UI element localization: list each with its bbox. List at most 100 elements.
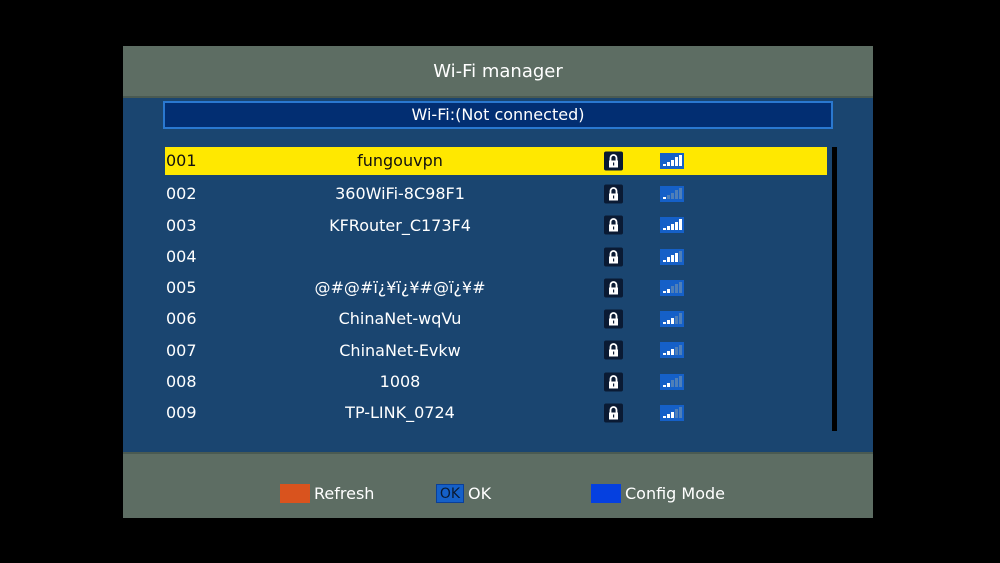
signal-strength-icon xyxy=(660,217,684,234)
signal-bar xyxy=(679,250,682,262)
signal-bar xyxy=(675,157,678,166)
network-ssid: 1008 xyxy=(379,372,421,392)
signal-bar xyxy=(671,255,674,262)
signal-bar xyxy=(675,409,678,419)
network-number: 007 xyxy=(166,340,197,360)
lock-icon xyxy=(604,403,623,423)
signal-bar xyxy=(679,344,682,356)
network-row[interactable]: 005 @#@#ï¿¥ï¿¥#@ï¿¥# xyxy=(165,272,827,303)
ok-button[interactable]: OK OK xyxy=(436,484,491,503)
footer-bar: Refresh OK OK Config Mode xyxy=(123,452,873,518)
signal-strength-icon xyxy=(660,279,684,296)
signal-bar xyxy=(663,259,666,262)
network-ssid: ChinaNet-Evkw xyxy=(339,340,461,360)
window-title: Wi-Fi manager xyxy=(123,46,873,98)
signal-bar xyxy=(675,252,678,262)
signal-bar xyxy=(679,155,682,166)
scrollbar[interactable] xyxy=(832,147,837,431)
red-key-icon xyxy=(280,484,310,503)
signal-bar xyxy=(671,192,674,199)
network-ssid: KFRouter_C173F4 xyxy=(329,215,471,235)
network-row[interactable]: 003 KFRouter_C173F4 xyxy=(165,210,827,241)
network-number: 005 xyxy=(166,278,197,298)
network-ssid: 360WiFi-8C98F1 xyxy=(335,184,465,204)
network-row[interactable]: 004 xyxy=(165,241,827,272)
signal-bar xyxy=(671,380,674,387)
signal-bar xyxy=(663,416,666,419)
lock-icon xyxy=(604,340,623,360)
lock-icon xyxy=(604,247,623,267)
signal-bar xyxy=(667,226,670,231)
signal-strength-icon xyxy=(660,405,684,422)
refresh-button[interactable]: Refresh xyxy=(280,484,374,503)
signal-bar xyxy=(679,188,682,199)
connection-status: Wi-Fi:(Not connected) xyxy=(163,101,833,129)
signal-bar xyxy=(671,223,674,231)
network-ssid: TP-LINK_0724 xyxy=(345,403,455,423)
network-ssid: fungouvpn xyxy=(357,151,443,170)
signal-bar xyxy=(667,194,670,199)
network-row[interactable]: 008 1008 xyxy=(165,366,827,397)
config-mode-label: Config Mode xyxy=(625,484,726,503)
config-mode-button[interactable]: Config Mode xyxy=(591,484,725,503)
signal-strength-icon xyxy=(660,342,684,359)
blue-key-icon xyxy=(591,484,621,503)
lock-icon xyxy=(604,184,623,204)
signal-bar xyxy=(667,319,670,325)
signal-bar xyxy=(675,284,678,293)
network-number: 009 xyxy=(166,403,197,423)
wifi-manager-window: Wi-Fi manager Wi-Fi:(Not connected) 001 … xyxy=(123,46,873,518)
ok-key-icon: OK xyxy=(436,484,464,503)
lock-icon xyxy=(604,309,623,329)
signal-bar xyxy=(675,378,678,387)
signal-bar xyxy=(667,382,670,387)
signal-strength-icon xyxy=(660,248,684,265)
network-number: 002 xyxy=(166,184,197,204)
signal-bar xyxy=(667,161,670,166)
signal-bar xyxy=(675,315,678,325)
signal-bar xyxy=(667,288,670,293)
signal-bar xyxy=(671,349,674,356)
signal-bar xyxy=(667,413,670,419)
signal-strength-icon xyxy=(660,185,684,202)
network-row[interactable]: 001 fungouvpn xyxy=(165,147,827,175)
signal-strength-icon xyxy=(660,311,684,328)
signal-bar xyxy=(679,219,682,231)
network-row[interactable]: 009 TP-LINK_0724 xyxy=(165,397,827,428)
signal-strength-icon xyxy=(660,153,684,169)
signal-bar xyxy=(663,353,666,356)
network-ssid: @#@#ï¿¥ï¿¥#@ï¿¥# xyxy=(314,278,486,298)
signal-bar xyxy=(663,290,666,293)
lock-icon xyxy=(604,278,623,298)
network-number: 006 xyxy=(166,309,197,329)
signal-bar xyxy=(667,257,670,262)
signal-bar xyxy=(671,286,674,293)
network-row[interactable]: 006 ChinaNet-wqVu xyxy=(165,303,827,334)
network-row[interactable]: 007 ChinaNet-Evkw xyxy=(165,335,827,366)
network-number: 004 xyxy=(166,246,197,266)
network-number: 008 xyxy=(166,372,197,392)
signal-bar xyxy=(671,317,674,325)
signal-bar xyxy=(663,384,666,387)
signal-bar xyxy=(671,159,674,166)
signal-bar xyxy=(679,407,682,419)
signal-bar xyxy=(679,313,682,325)
ok-label: OK xyxy=(468,484,492,503)
signal-bar xyxy=(675,346,678,356)
network-number: 001 xyxy=(166,151,197,170)
signal-bar xyxy=(675,221,678,231)
signal-bar xyxy=(671,411,674,419)
refresh-label: Refresh xyxy=(314,484,375,503)
signal-bar xyxy=(663,196,666,199)
network-ssid: ChinaNet-wqVu xyxy=(338,309,462,329)
signal-strength-icon xyxy=(660,373,684,390)
network-number: 003 xyxy=(166,215,197,235)
signal-bar xyxy=(679,375,682,387)
lock-icon xyxy=(604,215,623,235)
signal-bar xyxy=(679,282,682,293)
signal-bar xyxy=(675,190,678,199)
lock-icon xyxy=(604,372,623,392)
signal-bar xyxy=(667,351,670,356)
network-row[interactable]: 002 360WiFi-8C98F1 xyxy=(165,178,827,209)
signal-bar xyxy=(663,228,666,231)
